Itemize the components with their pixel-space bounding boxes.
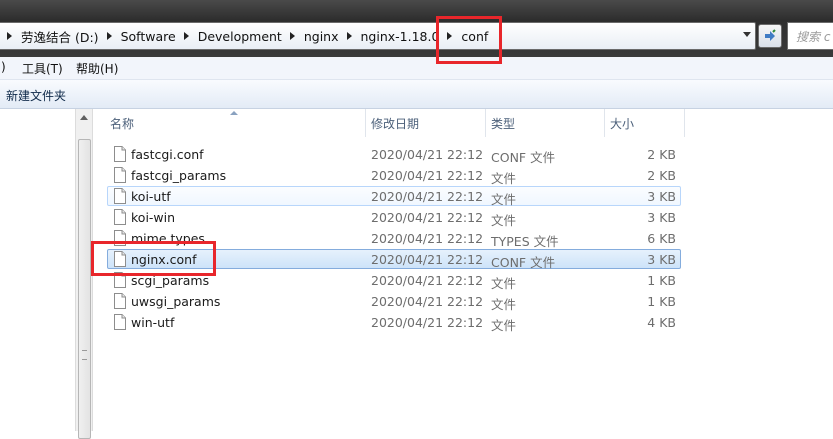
file-row[interactable]: koi-win 2020/04/21 22:12 文件 3 KB	[107, 207, 681, 228]
file-modified-date: 2020/04/21 22:12	[371, 189, 484, 204]
menu-bar: ) 工具(T) 帮助(H)	[0, 57, 833, 80]
search-input[interactable]	[788, 23, 833, 49]
file-modified-date: 2020/04/21 22:12	[371, 294, 484, 309]
file-icon	[114, 209, 126, 225]
file-row[interactable]: fastcgi.conf 2020/04/21 22:12 CONF 文件 2 KB	[107, 144, 681, 165]
file-list: 名称 修改日期 类型 大小 fastcgi.conf 2020/04/21 22:…	[99, 109, 833, 431]
file-size: 1 KB	[647, 294, 676, 309]
menu-item-help[interactable]: 帮助(H)	[76, 60, 118, 77]
file-modified-date: 2020/04/21 22:12	[371, 147, 484, 162]
file-row[interactable]: win-utf 2020/04/21 22:12 文件 4 KB	[107, 312, 681, 333]
file-name: nginx.conf	[131, 252, 197, 267]
file-size: 1 KB	[647, 273, 676, 288]
file-row[interactable]: koi-utf 2020/04/21 22:12 文件 3 KB	[107, 186, 681, 207]
file-row[interactable]: fastcgi_params 2020/04/21 22:12 文件 2 KB	[107, 165, 681, 186]
file-size: 3 KB	[647, 189, 676, 204]
file-icon	[114, 167, 126, 183]
breadcrumb-item-software[interactable]: Software	[121, 29, 176, 44]
file-type: 文件	[491, 213, 517, 228]
breadcrumb-separator-icon[interactable]	[346, 32, 352, 40]
breadcrumb-separator-icon[interactable]	[183, 32, 189, 40]
window-title-bar: 劳逸结合 (D:) Software Development nginx ngi…	[0, 0, 833, 57]
navigation-scrollbar[interactable]	[75, 109, 93, 439]
file-icon	[114, 188, 126, 204]
file-type: CONF 文件	[491, 150, 556, 165]
file-type: 文件	[491, 192, 517, 207]
file-name: fastcgi.conf	[131, 147, 204, 162]
file-size: 3 KB	[647, 252, 676, 267]
navigation-pane[interactable]	[0, 109, 75, 431]
file-modified-date: 2020/04/21 22:12	[371, 273, 484, 288]
file-modified-date: 2020/04/21 22:12	[371, 168, 484, 183]
column-header-date[interactable]: 修改日期	[360, 109, 480, 137]
breadcrumb-item-development[interactable]: Development	[198, 29, 282, 44]
file-icon	[114, 272, 126, 288]
scrollbar-thumb[interactable]	[78, 139, 91, 439]
file-row[interactable]: uwsgi_params 2020/04/21 22:12 文件 1 KB	[107, 291, 681, 312]
file-name: mime.types	[131, 231, 205, 246]
file-size: 3 KB	[647, 210, 676, 225]
breadcrumb-separator-icon[interactable]	[447, 32, 453, 40]
file-icon	[114, 146, 126, 162]
file-row[interactable]: nginx.conf 2020/04/21 22:12 CONF 文件 3 KB	[107, 249, 681, 270]
scroll-up-icon[interactable]	[80, 115, 88, 120]
file-type: 文件	[491, 318, 517, 333]
file-name: koi-utf	[131, 189, 171, 204]
file-modified-date: 2020/04/21 22:12	[371, 252, 484, 267]
file-row[interactable]: scgi_params 2020/04/21 22:12 文件 1 KB	[107, 270, 681, 291]
file-name: koi-win	[131, 210, 176, 225]
search-box[interactable]	[787, 22, 833, 50]
sort-ascending-icon	[230, 111, 238, 115]
command-bar: 新建文件夹	[0, 80, 833, 109]
breadcrumb: 劳逸结合 (D:) Software Development nginx ngi…	[0, 23, 488, 49]
breadcrumb-item-conf[interactable]: conf	[461, 29, 488, 44]
file-type: 文件	[491, 297, 517, 312]
file-size: 2 KB	[647, 168, 676, 183]
column-header-row: 名称 修改日期 类型 大小	[99, 109, 833, 137]
breadcrumb-item-nginx-version[interactable]: nginx-1.18.0	[361, 29, 440, 44]
breadcrumb-item-nginx[interactable]: nginx	[304, 29, 339, 44]
file-modified-date: 2020/04/21 22:12	[371, 315, 484, 330]
refresh-button[interactable]	[758, 24, 782, 48]
file-name: uwsgi_params	[131, 294, 221, 309]
file-modified-date: 2020/04/21 22:12	[371, 231, 484, 246]
menu-item-partial[interactable]: )	[1, 60, 6, 74]
file-row[interactable]: mime.types 2020/04/21 22:12 TYPES 文件 6 KB	[107, 228, 681, 249]
address-bar[interactable]: 劳逸结合 (D:) Software Development nginx ngi…	[0, 22, 756, 50]
file-name: fastcgi_params	[131, 168, 227, 183]
file-size: 4 KB	[647, 315, 676, 330]
breadcrumb-separator-icon[interactable]	[106, 32, 112, 40]
file-type: 文件	[491, 276, 517, 291]
scrollbar-grip-icon	[82, 350, 87, 360]
column-header-type[interactable]: 类型	[480, 109, 600, 137]
file-size: 2 KB	[647, 147, 676, 162]
file-type: TYPES 文件	[491, 234, 559, 249]
breadcrumb-separator-icon[interactable]	[7, 32, 12, 40]
file-type: CONF 文件	[491, 255, 556, 270]
new-folder-button[interactable]: 新建文件夹	[6, 87, 66, 104]
breadcrumb-separator-icon[interactable]	[289, 32, 295, 40]
column-header-size[interactable]: 大小	[599, 109, 684, 137]
file-name: scgi_params	[131, 273, 210, 288]
file-modified-date: 2020/04/21 22:12	[371, 210, 484, 225]
address-dropdown-icon[interactable]	[743, 32, 751, 37]
file-icon	[114, 251, 126, 267]
refresh-icon	[765, 29, 776, 41]
file-icon	[114, 230, 126, 246]
file-size: 6 KB	[647, 231, 676, 246]
file-icon	[114, 314, 126, 330]
menu-item-tools[interactable]: 工具(T)	[22, 60, 63, 77]
breadcrumb-item-drive[interactable]: 劳逸结合 (D:)	[21, 27, 99, 46]
file-icon	[114, 293, 126, 309]
file-type: 文件	[491, 171, 517, 186]
file-name: win-utf	[131, 315, 175, 330]
column-divider[interactable]	[684, 109, 685, 137]
